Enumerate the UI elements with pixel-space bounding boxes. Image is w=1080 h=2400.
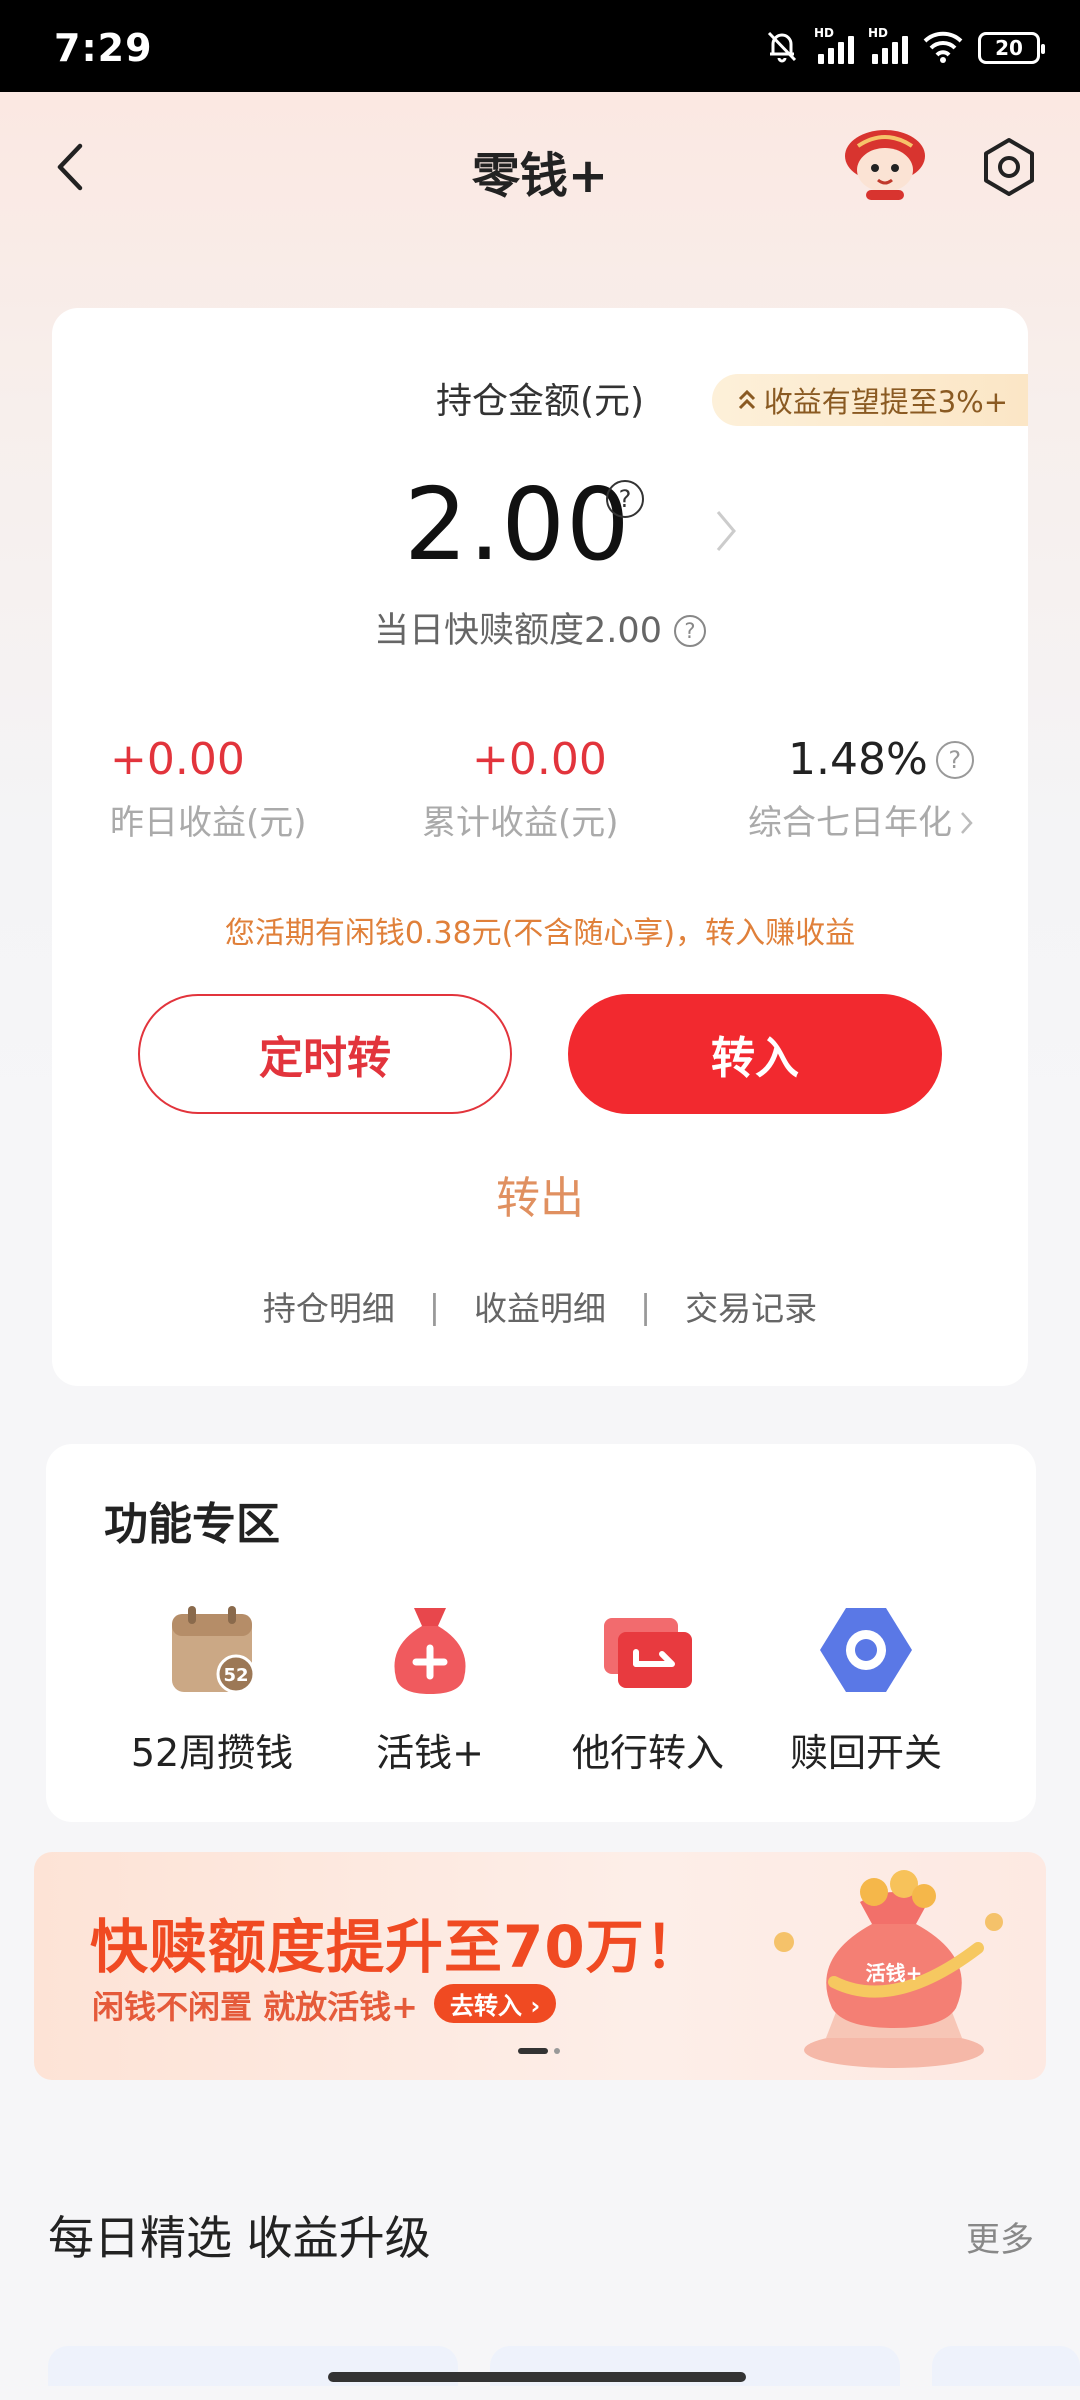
stat-yesterday[interactable]: +0.00 昨日收益(元)	[110, 734, 307, 844]
stat-label: 综合七日年化	[748, 803, 952, 843]
link-earnings-detail[interactable]: 收益明细	[474, 1282, 606, 1330]
calendar-52-icon: 52	[162, 1602, 262, 1698]
amount-help-icon[interactable]: ?	[606, 480, 644, 518]
stat-cumulative[interactable]: +0.00 累计收益(元)	[422, 734, 619, 844]
amount-detail-chevron-icon[interactable]	[712, 506, 740, 556]
redeem-switch-icon	[816, 1602, 916, 1698]
promo-banner[interactable]: 快赎额度提升至70万！ 闲钱不闲置 就放活钱+ 去转入 › 活钱+	[34, 1852, 1046, 2080]
banner-cta-label: 去转入	[449, 1992, 522, 2020]
function-area-card: 功能专区 52 52周攒钱 活钱+ 他行转入 赎回开关	[46, 1444, 1036, 1822]
link-holding-detail[interactable]: 持仓明细	[263, 1282, 395, 1330]
battery-icon: 20	[978, 32, 1045, 64]
timed-transfer-button[interactable]: 定时转	[138, 994, 512, 1114]
stat-value: +0.00	[472, 734, 607, 785]
calendar-badge-text: 52	[223, 1665, 248, 1686]
pagination-dot	[554, 2048, 560, 2054]
func-item-label: 52周攒钱	[130, 1731, 294, 1775]
hd-signal-icon: HD	[814, 26, 854, 64]
daily-picks-title: 每日精选 收益升级	[48, 2211, 431, 2265]
stat-value: +0.00	[110, 734, 245, 785]
link-transaction-record[interactable]: 交易记录	[685, 1282, 817, 1330]
wifi-icon	[922, 29, 964, 67]
func-item-label: 活钱+	[376, 1731, 484, 1775]
daily-picks-more-link[interactable]: 更多	[966, 2212, 1034, 2261]
function-area-title: 功能专区	[104, 1499, 280, 1550]
yield-help-icon[interactable]: ?	[935, 741, 974, 779]
bell-muted-icon	[764, 28, 800, 68]
transfer-in-button[interactable]: 转入	[568, 994, 942, 1114]
bank-transfer-icon	[598, 1602, 698, 1698]
hexagon-settings-icon	[984, 138, 1034, 196]
quick-redeem-quota-text: 当日快赎额度2.00	[374, 611, 662, 651]
home-indicator[interactable]	[328, 2372, 746, 2382]
status-time: 7:29	[54, 26, 153, 70]
stat-label: 累计收益(元)	[422, 803, 619, 843]
func-item-label: 赎回开关	[789, 1731, 942, 1775]
transfer-out-button[interactable]: 转出	[52, 1162, 1028, 1226]
func-item-label: 他行转入	[571, 1731, 724, 1775]
yield-upgrade-tag[interactable]: 收益有望提至3%+	[711, 374, 1028, 426]
banner-pagination	[518, 2048, 560, 2054]
money-bag-plus-icon	[380, 1602, 480, 1698]
app-header: 零钱+	[0, 92, 1080, 242]
mascot-avatar-icon[interactable]	[840, 126, 930, 202]
yield-tag-text: 收益有望提至3%+	[763, 385, 1008, 419]
quota-help-icon[interactable]: ?	[673, 615, 706, 647]
settings-button[interactable]	[978, 136, 1040, 198]
func-item-huoqian-plus[interactable]: 活钱+	[330, 1602, 530, 1777]
func-item-other-bank-transfer[interactable]: 他行转入	[548, 1602, 748, 1777]
stat-value: 1.48%	[788, 734, 928, 785]
stat-label: 昨日收益(元)	[110, 803, 307, 843]
stat-seven-day-yield[interactable]: 1.48%? 综合七日年化	[748, 734, 976, 844]
banner-subtitle-text: 闲钱不闲置 就放活钱+	[92, 1988, 418, 2026]
banner-art-label: 活钱+	[866, 1961, 923, 1985]
detail-links: 持仓明细 | 收益明细 | 交易记录	[52, 1282, 1028, 1330]
quick-redeem-quota: 当日快赎额度2.00?	[52, 602, 1028, 653]
banner-title: 快赎额度提升至70万！	[90, 1913, 704, 1981]
link-separator: |	[640, 1286, 652, 1326]
balance-card: 持仓金额(元) 收益有望提至3%+ 2.00 ? 当日快赎额度2.00? +0.…	[52, 308, 1028, 1386]
money-bag-illustration-icon: 活钱+	[764, 1862, 1024, 2072]
idle-money-tip[interactable]: 您活期有闲钱0.38元(不含随心享)，转入赚收益	[52, 908, 1028, 952]
product-card-peek[interactable]	[932, 2346, 1080, 2386]
link-separator: |	[428, 1286, 440, 1326]
banner-subtitle: 闲钱不闲置 就放活钱+ 去转入 ›	[92, 1982, 557, 2028]
banner-cta-button[interactable]: 去转入 ›	[433, 1984, 557, 2023]
func-item-52-week-saving[interactable]: 52 52周攒钱	[112, 1602, 312, 1777]
double-chevron-up-icon	[738, 389, 755, 410]
status-icons: HD HD 20	[764, 26, 1045, 68]
holding-amount-value: 2.00	[404, 466, 631, 583]
pagination-dot-active	[518, 2048, 548, 2054]
status-bar: 7:29 HD HD 20	[0, 0, 1080, 92]
func-item-redeem-switch[interactable]: 赎回开关	[766, 1602, 966, 1777]
chevron-right-icon	[961, 812, 973, 834]
earnings-stats: +0.00 昨日收益(元) +0.00 累计收益(元) 1.48%? 综合七日年…	[52, 734, 1028, 854]
hd-signal-icon: HD	[868, 26, 908, 64]
